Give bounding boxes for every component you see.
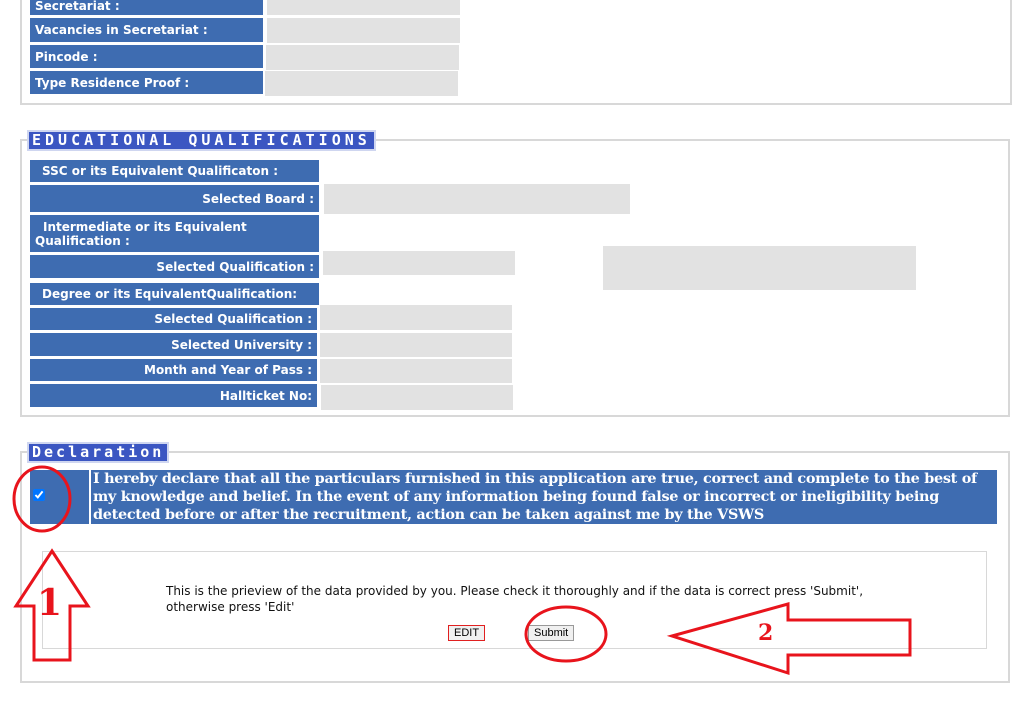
arrow-left-icon bbox=[666, 602, 912, 676]
step-2-label: 2 bbox=[758, 620, 774, 646]
step-1-label: 1 bbox=[37, 582, 63, 624]
annotation-overlay bbox=[12, 465, 912, 676]
submit-highlight-circle bbox=[524, 605, 608, 663]
checkbox-highlight-circle bbox=[12, 465, 72, 533]
